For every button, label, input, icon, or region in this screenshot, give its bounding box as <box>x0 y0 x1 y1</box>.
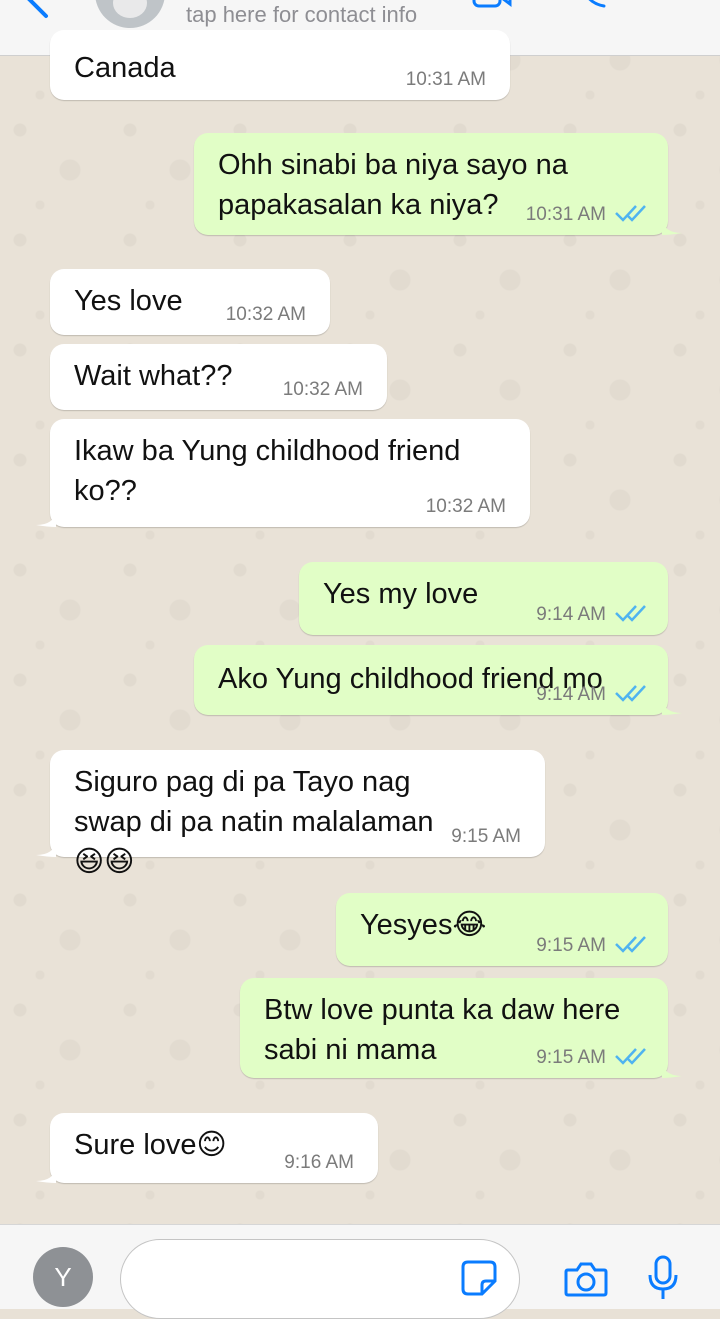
contact-avatar[interactable] <box>95 0 165 28</box>
message-time: 10:32 AM <box>425 496 506 517</box>
message-incoming[interactable]: Yes love 10:32 AM <box>50 269 330 335</box>
message-time: 9:14 AM <box>536 684 606 705</box>
read-receipt-icon <box>615 205 646 222</box>
bubble-tail <box>36 511 56 527</box>
message-time: 9:16 AM <box>284 1152 354 1173</box>
message-text: Yesyes😂 <box>360 909 487 941</box>
video-call-icon[interactable] <box>472 0 512 10</box>
contact-info-hint[interactable]: tap here for contact info <box>186 2 417 28</box>
message-outgoing[interactable]: Ako Yung childhood friend mo 9:14 AM <box>194 645 682 715</box>
read-receipt-icon <box>615 936 646 953</box>
bubble-tail <box>662 219 682 235</box>
message-time: 10:32 AM <box>282 379 363 400</box>
message-outgoing[interactable]: Btw love punta ka daw here sabi ni mama … <box>240 978 682 1078</box>
bubble-tail <box>36 841 56 857</box>
read-receipt-icon <box>615 605 646 622</box>
message-incoming[interactable]: Wait what?? 10:32 AM <box>50 344 387 410</box>
message-incoming[interactable]: Sure love😊 9:16 AM <box>36 1113 378 1183</box>
user-avatar[interactable]: Y <box>33 1247 93 1307</box>
message-time: 9:14 AM <box>536 604 606 625</box>
camera-icon[interactable] <box>564 1261 608 1297</box>
read-receipt-icon <box>615 685 646 702</box>
message-time: 9:15 AM <box>536 935 606 956</box>
message-text: Ikaw ba Yung childhood friend ko?? <box>74 435 461 507</box>
message-incoming[interactable]: Canada 10:31 AM <box>50 30 510 100</box>
back-chevron-icon[interactable] <box>18 0 58 20</box>
bubble-tail <box>36 1167 56 1183</box>
message-time: 10:31 AM <box>525 204 606 225</box>
message-text: Wait what?? <box>74 360 233 392</box>
message-text: Yes love <box>74 285 183 317</box>
read-receipt-icon <box>615 1048 646 1065</box>
message-time: 10:31 AM <box>405 69 486 90</box>
bubble-tail <box>662 1062 682 1078</box>
message-text: Ohh sinabi ba niya sayo na papakasalan k… <box>218 149 568 221</box>
bubble-tail <box>662 699 682 715</box>
message-time: 9:15 AM <box>451 826 521 847</box>
message-incoming[interactable]: Siguro pag di pa Tayo nag swap di pa nat… <box>36 750 545 878</box>
message-incoming[interactable]: Ikaw ba Yung childhood friend ko?? 10:32… <box>36 419 530 527</box>
message-text: Yes my love <box>323 578 479 610</box>
message-text: Canada <box>74 52 176 84</box>
message-outgoing[interactable]: Yes my love 9:14 AM <box>299 562 668 635</box>
message-time: 10:32 AM <box>225 304 306 325</box>
message-text: Sure love😊 <box>74 1129 227 1161</box>
sticker-icon[interactable] <box>460 1259 498 1297</box>
message-outgoing[interactable]: Ohh sinabi ba niya sayo na papakasalan k… <box>194 133 682 235</box>
message-composer: Y <box>0 1224 720 1319</box>
info-icon[interactable] <box>672 0 692 10</box>
message-outgoing[interactable]: Yesyes😂 9:15 AM <box>336 893 668 966</box>
microphone-icon[interactable] <box>646 1255 680 1301</box>
message-time: 9:15 AM <box>536 1047 606 1068</box>
phone-call-icon[interactable] <box>580 0 610 10</box>
